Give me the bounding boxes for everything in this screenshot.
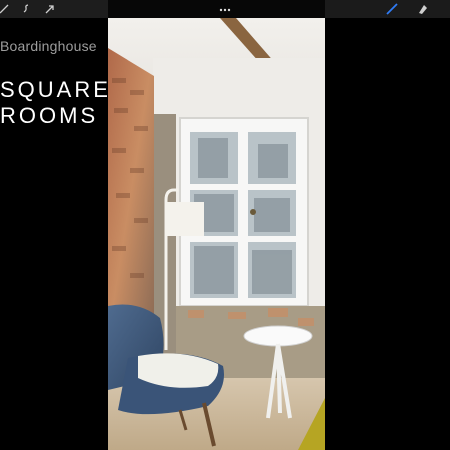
top-toolbar [0,0,450,18]
pen-tool-icon[interactable] [0,3,10,15]
brush-tool-icon[interactable] [386,3,398,15]
eraser-tool-icon[interactable] [416,3,428,15]
headline: SQUARE ROOMS [0,77,111,129]
photo-illustration [108,18,325,450]
smudge-tool-icon[interactable] [20,3,32,15]
room-interior-photo [108,18,325,450]
selection-arrow-icon[interactable] [44,3,56,15]
brand-name: Boardinghouse [0,38,97,54]
more-dots-icon[interactable] [218,2,232,12]
headline-line-1: SQUARE [0,77,111,102]
right-toolbar-section [325,0,450,18]
center-toolbar-section [108,0,325,18]
headline-line-2: ROOMS [0,103,99,128]
left-toolbar-section [0,0,108,18]
